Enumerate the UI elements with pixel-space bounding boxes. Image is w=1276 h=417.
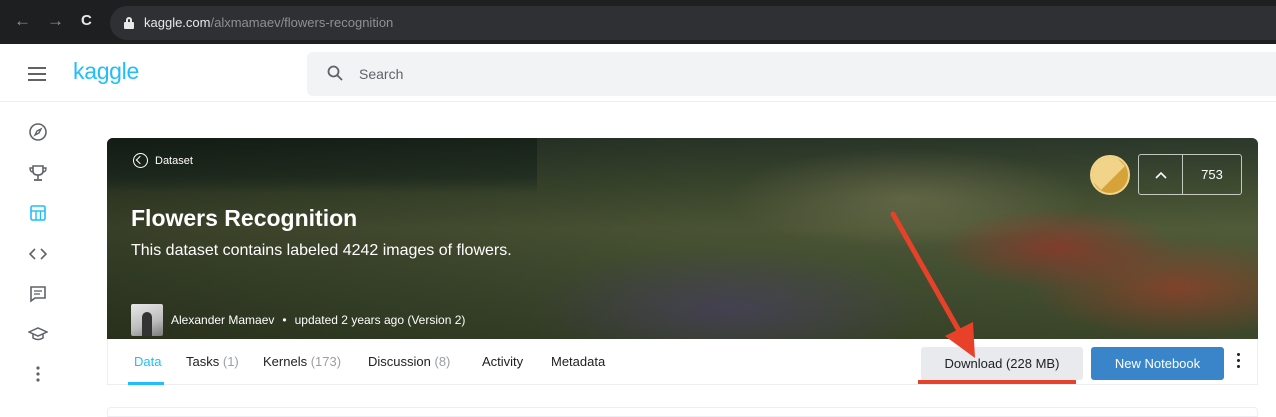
kaggle-logo[interactable]: kaggle [73,58,139,85]
dataset-title: Flowers Recognition [131,205,358,231]
site-header: kaggle Search [0,44,1276,102]
discussion-icon[interactable] [27,283,49,305]
tab-discussion[interactable]: Discussion (8) [368,354,450,369]
author-name[interactable]: Alexander Mamaev [171,313,274,327]
new-notebook-button[interactable]: New Notebook [1091,347,1224,380]
active-tab-indicator [128,382,164,385]
hamburger-menu-icon[interactable] [28,67,46,81]
download-button[interactable]: Download (228 MB) [921,347,1083,380]
more-options-icon[interactable] [1237,353,1241,371]
avatar[interactable] [131,304,163,336]
tab-activity[interactable]: Activity [482,354,523,369]
bullet-separator: • [282,313,287,327]
search-input[interactable]: Search [307,52,1276,96]
forward-arrow-icon[interactable]: → [47,12,64,30]
dataset-subtitle: This dataset contains labeled 4242 image… [131,242,512,259]
tab-kernels[interactable]: Kernels (173) [263,354,341,369]
lock-icon [124,17,134,29]
updated-text: updated 2 years ago (Version 2) [294,313,466,327]
browser-toolbar: ← → C kaggle.com/alxmamaev/flowers-recog… [0,0,1276,44]
trophy-icon[interactable] [27,162,49,184]
datasets-icon[interactable] [27,202,49,224]
url-text: kaggle.com/alxmamaev/flowers-recognition [144,15,394,30]
vote-count: 753 [1201,167,1223,182]
search-icon [327,65,343,81]
author-line: Alexander Mamaev • updated 2 years ago (… [131,304,465,336]
tab-tasks[interactable]: Tasks (1) [186,354,239,369]
dataset-banner: Dataset Flowers Recognition This dataset… [107,138,1258,339]
dataset-tag: Dataset [133,153,193,168]
compass-icon[interactable] [27,121,49,143]
annotation-underline [918,380,1076,384]
upvote-button[interactable] [1139,155,1183,194]
tab-data[interactable]: Data [134,354,161,369]
back-arrow-icon[interactable]: ← [14,12,31,30]
more-icon[interactable] [27,363,49,385]
chevron-up-icon [1154,171,1167,179]
address-bar[interactable]: kaggle.com/alxmamaev/flowers-recognition [110,6,1276,40]
search-placeholder: Search [359,66,404,82]
code-icon[interactable] [27,243,49,265]
courses-icon[interactable] [27,323,49,345]
dataset-type-icon [133,153,148,168]
dataset-tag-label: Dataset [155,154,193,167]
vote-box: 753 [1138,154,1242,195]
content-card [107,407,1258,417]
dataset-tab-bar: Data Tasks (1) Kernels (173) Discussion … [107,339,1258,385]
gold-medal-icon [1090,155,1130,195]
tab-metadata[interactable]: Metadata [551,354,605,369]
reload-icon[interactable]: C [81,12,92,30]
